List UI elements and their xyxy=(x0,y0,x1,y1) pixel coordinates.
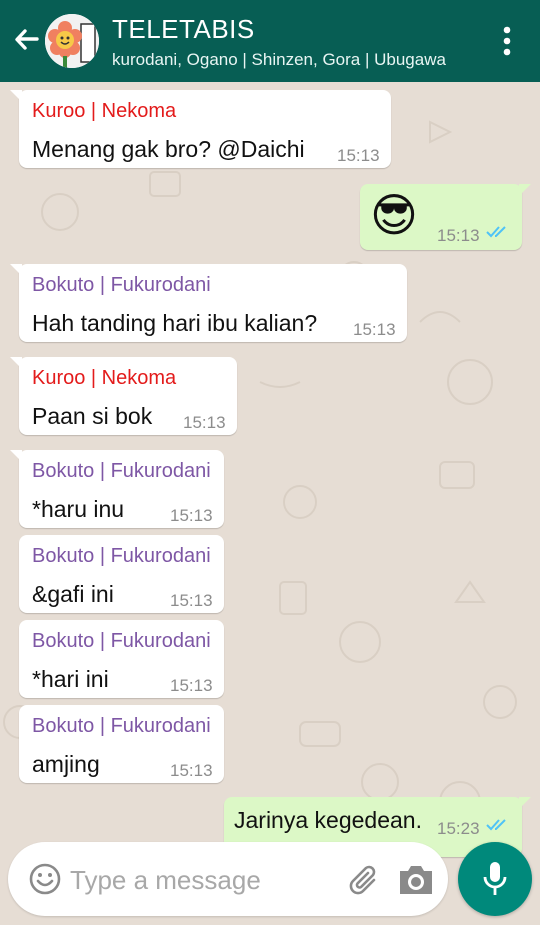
message-time: 15:13 xyxy=(170,676,213,695)
incoming-message[interactable]: Kuroo | Nekoma Menang gak bro? @Daichi 1… xyxy=(10,90,391,168)
chat-header: TELETABIS kurodani, Ogano | Shinzen, Gor… xyxy=(0,0,540,82)
camera-icon[interactable] xyxy=(396,862,436,898)
bubble-tail xyxy=(519,797,531,809)
incoming-message[interactable]: Bokuto | Fukurodani Hah tanding hari ibu… xyxy=(10,264,407,342)
arrow-back-icon[interactable] xyxy=(10,24,42,56)
bubble-tail xyxy=(10,264,22,276)
sender-name[interactable]: Bokuto | Fukurodani xyxy=(32,715,211,738)
message-text: *haru inu xyxy=(32,496,125,522)
message-text: Jarinya kegedean. xyxy=(234,807,422,833)
sender-name[interactable]: Bokuto | Fukurodani xyxy=(32,545,211,568)
message-time: 15:13 xyxy=(183,413,226,432)
message-emoji: 😎 xyxy=(370,189,418,241)
message-text: Paan si bok xyxy=(32,403,153,429)
sender-name[interactable]: Kuroo | Nekoma xyxy=(32,100,176,123)
message-list[interactable]: Kuroo | Nekoma Menang gak bro? @Daichi 1… xyxy=(0,82,540,925)
sender-name[interactable]: Bokuto | Fukurodani xyxy=(32,460,211,483)
incoming-message[interactable]: Bokuto | Fukurodani *haru inu 15:13 xyxy=(10,450,224,528)
outgoing-message[interactable]: 😎 15:13 xyxy=(360,184,531,250)
bubble-tail xyxy=(10,450,22,462)
paperclip-icon[interactable] xyxy=(344,860,384,900)
incoming-message[interactable]: Bokuto | Fukurodani &gafi ini 15:13 xyxy=(19,535,224,613)
voice-record-button[interactable] xyxy=(458,842,532,916)
message-text: amjing xyxy=(32,751,100,777)
sender-name[interactable]: Bokuto | Fukurodani xyxy=(32,274,211,297)
avatar-image xyxy=(45,14,99,68)
message-input[interactable] xyxy=(70,860,330,900)
message-text: *hari ini xyxy=(32,666,109,692)
bubble-tail xyxy=(519,184,531,196)
chat-members-subtitle[interactable]: kurodani, Ogano | Shinzen, Gora | Ubugaw… xyxy=(112,50,457,70)
read-ticks-icon xyxy=(486,819,506,831)
bubble-tail xyxy=(10,90,22,102)
sender-name[interactable]: Kuroo | Nekoma xyxy=(32,367,176,390)
group-avatar[interactable] xyxy=(45,14,99,68)
message-time: 15:13 xyxy=(170,506,213,525)
message-text: Hah tanding hari ibu kalian? xyxy=(32,310,318,336)
incoming-message[interactable]: Bokuto | Fukurodani *hari ini 15:13 xyxy=(19,620,224,698)
sender-name[interactable]: Bokuto | Fukurodani xyxy=(32,630,211,653)
message-text: Menang gak bro? @Daichi xyxy=(32,136,305,162)
message-text: &gafi ini xyxy=(32,581,114,607)
emoji-icon[interactable] xyxy=(28,862,62,896)
message-time: 15:23 xyxy=(437,819,480,838)
message-composer xyxy=(8,842,448,916)
microphone-icon xyxy=(483,862,507,895)
incoming-message[interactable]: Kuroo | Nekoma Paan si bok 15:13 xyxy=(10,357,237,435)
message-time: 15:13 xyxy=(437,226,480,245)
bubble-tail xyxy=(10,357,22,369)
message-time: 15:13 xyxy=(170,761,213,780)
message-time: 15:13 xyxy=(337,146,380,165)
message-time: 15:13 xyxy=(170,591,213,610)
more-vert-icon[interactable] xyxy=(496,24,518,58)
chat-title[interactable]: TELETABIS xyxy=(112,14,255,45)
incoming-message[interactable]: Bokuto | Fukurodani amjing 15:13 xyxy=(19,705,224,783)
read-ticks-icon xyxy=(486,226,506,238)
message-time: 15:13 xyxy=(353,320,396,339)
